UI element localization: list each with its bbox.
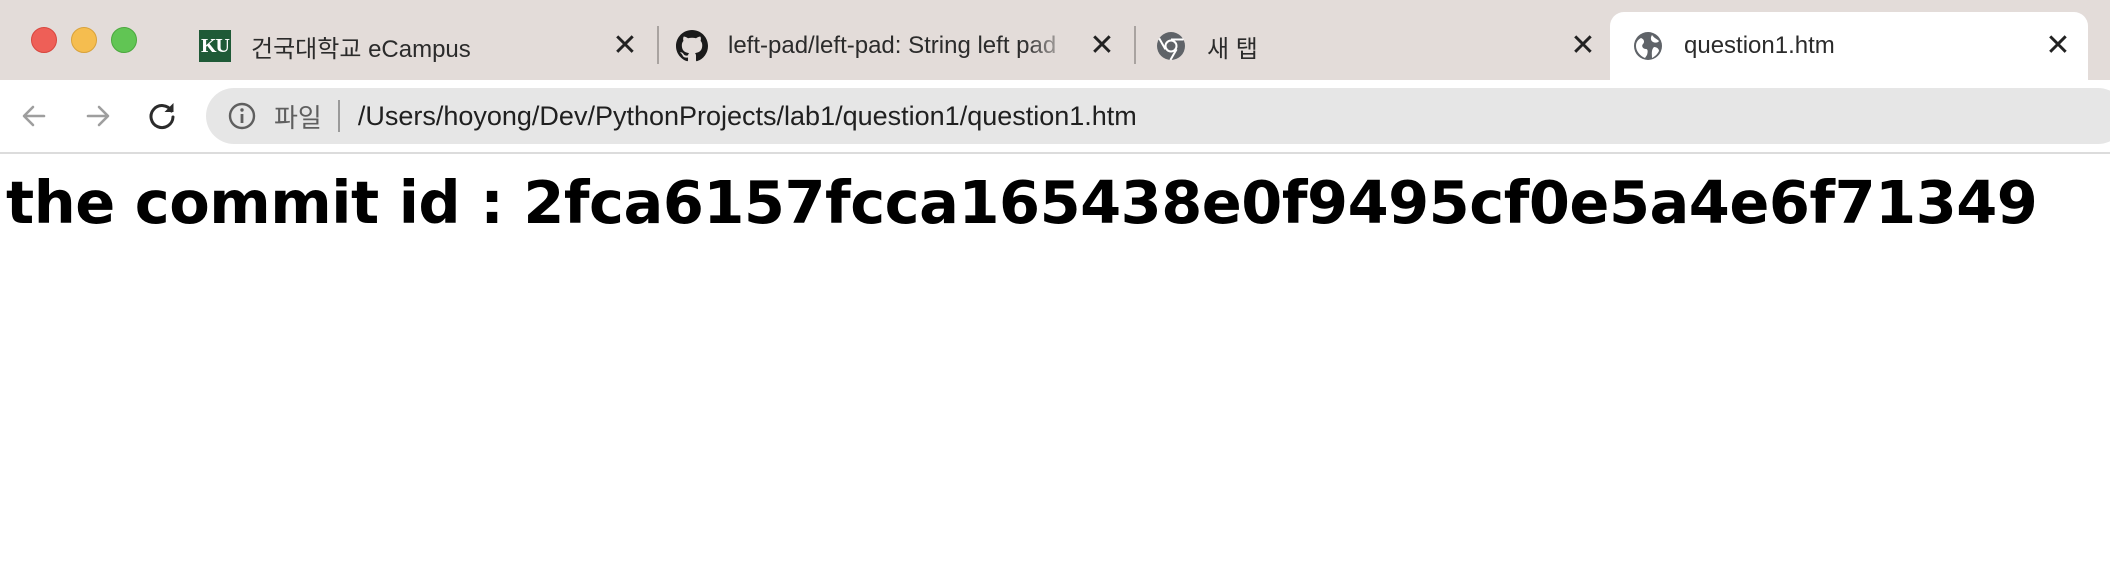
arrow-right-icon	[86, 105, 110, 127]
tab-github-left-pad[interactable]: left-pad/left-pad: String left pad ✕	[676, 12, 1116, 80]
omnibox-divider	[337, 100, 340, 132]
tab-close-icon[interactable]: ✕	[2044, 31, 2072, 61]
browser-toolbar: 파일 /Users/hoyong/Dev/PythonProjects/lab1…	[0, 80, 2110, 154]
ku-logo-text: KU	[199, 30, 231, 62]
chrome-icon	[1155, 30, 1187, 62]
tab-title: left-pad/left-pad: String left pad	[728, 32, 1057, 59]
globe-icon	[1632, 30, 1664, 62]
tab-question1[interactable]: question1.htm ✕	[1610, 12, 2088, 80]
forward-button[interactable]	[80, 98, 116, 134]
address-bar[interactable]: 파일 /Users/hoyong/Dev/PythonProjects/lab1…	[206, 88, 2110, 144]
github-icon	[676, 30, 708, 62]
window-zoom-button[interactable]	[111, 27, 137, 53]
ku-logo-icon: KU	[199, 30, 231, 62]
url-text[interactable]: /Users/hoyong/Dev/PythonProjects/lab1/qu…	[358, 101, 1137, 132]
tab-strip: KU 건국대학교 eCampus ✕ left-pad/left-pad: St…	[0, 0, 2110, 80]
info-icon[interactable]	[226, 100, 258, 132]
window-close-button[interactable]	[31, 27, 57, 53]
tab-title: 건국대학교 eCampus	[251, 35, 471, 63]
tab-separator	[657, 26, 659, 64]
tab-new-tab[interactable]: 새 탭 ✕	[1155, 12, 1597, 80]
page-heading: the commit id : 2fca6157fcca165438e0f949…	[6, 168, 2038, 237]
arrow-left-icon	[22, 105, 46, 127]
tab-ecampus[interactable]: KU 건국대학교 eCampus ✕	[199, 12, 639, 80]
tab-separator	[1134, 26, 1136, 64]
tab-close-icon[interactable]: ✕	[1088, 31, 1116, 61]
tab-close-icon[interactable]: ✕	[1569, 31, 1597, 61]
window-minimize-button[interactable]	[71, 27, 97, 53]
reload-icon	[149, 103, 175, 130]
tab-close-icon[interactable]: ✕	[611, 31, 639, 61]
page-content: the commit id : 2fca6157fcca165438e0f949…	[0, 154, 2110, 582]
url-scheme-label: 파일	[274, 102, 322, 133]
back-button[interactable]	[16, 98, 52, 134]
reload-button[interactable]	[144, 98, 180, 134]
tab-title: question1.htm	[1684, 32, 1835, 59]
tab-title: 새 탭	[1207, 35, 1258, 63]
